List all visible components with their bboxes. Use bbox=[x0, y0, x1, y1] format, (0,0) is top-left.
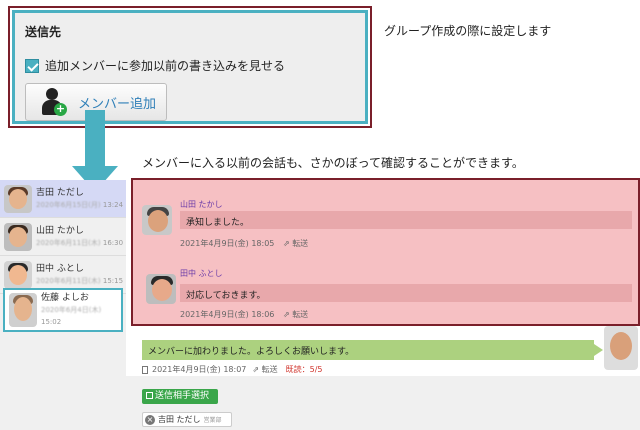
contact-name: 山田 たかし bbox=[36, 225, 84, 236]
remove-icon[interactable]: × bbox=[145, 414, 155, 425]
forward-button[interactable]: ⇗ 転送 bbox=[252, 364, 277, 375]
contact-time: 15:15 bbox=[102, 276, 124, 285]
add-member-label: メンバー追加 bbox=[78, 96, 157, 112]
avatar bbox=[4, 184, 32, 213]
avatar bbox=[4, 222, 32, 251]
show-history-label: 追加メンバーに参加以前の書き込みを見せる bbox=[45, 59, 286, 73]
own-avatar bbox=[604, 326, 638, 370]
conversation-item-added[interactable]: 佐藤 よしお 2020年6月4日(木) 15:02 bbox=[3, 288, 123, 332]
contact-name: 吉田 ただし bbox=[36, 187, 84, 198]
contact-time: 16:30 bbox=[102, 238, 124, 247]
message-sender: 山田 たかし bbox=[180, 200, 223, 209]
contact-date: 2020年6月15日(月) bbox=[36, 200, 101, 209]
own-message-timestamp: 2021年4月9日(金) 18:07 bbox=[152, 365, 247, 374]
avatar bbox=[146, 274, 176, 304]
bubble-tail bbox=[594, 344, 603, 356]
down-arrow-icon bbox=[85, 110, 105, 168]
contact-time: 15:02 bbox=[41, 318, 62, 326]
message-sender: 田中 ふとし bbox=[180, 269, 223, 278]
recipient-department: 営業部 bbox=[203, 417, 222, 424]
contact-name: 佐藤 よしお bbox=[41, 293, 89, 303]
conversation-list: 吉田 ただし 2020年6月15日(月) 13:24 山田 たかし 2020年6… bbox=[0, 180, 126, 430]
avatar bbox=[4, 260, 32, 289]
select-recipient-button[interactable]: 送信相手選択 bbox=[142, 389, 218, 404]
recipient-dialog-inner: 送信先 追加メンバーに参加以前の書き込みを見せる + メンバー追加 bbox=[12, 10, 368, 124]
avatar bbox=[142, 205, 172, 235]
message-bubble: 対応しておきます。 bbox=[180, 284, 632, 302]
contact-date: 2020年6月11日(木) bbox=[36, 238, 101, 247]
middle-caption: メンバーに入る以前の会話も、さかのぼって確認することができます。 bbox=[142, 156, 524, 170]
conversation-item[interactable]: 吉田 ただし 2020年6月15日(月) 13:24 bbox=[0, 180, 126, 218]
dialog-title: 送信先 bbox=[25, 25, 62, 39]
recipient-name: 吉田 ただし bbox=[158, 415, 201, 424]
forward-button[interactable]: ⇗ 転送 bbox=[283, 238, 308, 249]
message-timestamp: 2021年4月9日(金) 18:05 bbox=[180, 239, 275, 248]
own-message-bubble: メンバーに加わりました。よろしくお願いします。 bbox=[142, 340, 594, 360]
message-meta: 2021年4月9日(金) 18:05 ⇗ 転送 bbox=[180, 238, 308, 249]
recipient-dialog: 送信先 追加メンバーに参加以前の書き込みを見せる + メンバー追加 bbox=[8, 6, 372, 128]
contact-name: 田中 ふとし bbox=[36, 263, 84, 274]
show-history-option[interactable]: 追加メンバーに参加以前の書き込みを見せる bbox=[25, 57, 285, 74]
select-icon bbox=[146, 392, 153, 399]
read-count: 既読：5/5 bbox=[285, 365, 323, 374]
forward-button[interactable]: ⇗ 転送 bbox=[283, 309, 308, 320]
recipient-chip[interactable]: × 吉田 ただし 営業部 bbox=[142, 412, 232, 427]
add-person-icon: + bbox=[40, 87, 67, 117]
contact-date: 2020年6月4日(木) bbox=[41, 306, 102, 314]
message-meta: 2021年4月9日(金) 18:06 ⇗ 転送 bbox=[180, 309, 308, 320]
contact-date: 2020年6月11日(木) bbox=[36, 276, 101, 285]
contact-time: 13:24 bbox=[102, 200, 124, 209]
message-timestamp: 2021年4月9日(金) 18:06 bbox=[180, 310, 275, 319]
message-bubble: 承知しました。 bbox=[180, 211, 632, 229]
show-history-checkbox[interactable] bbox=[25, 58, 39, 73]
own-message-meta: 2021年4月9日(金) 18:07 ⇗ 転送 既読：5/5 bbox=[142, 364, 323, 375]
avatar bbox=[9, 293, 37, 327]
memo-icon bbox=[142, 365, 148, 374]
top-caption: グループ作成の際に設定します bbox=[384, 24, 552, 38]
conversation-item[interactable]: 山田 たかし 2020年6月11日(木) 16:30 bbox=[0, 218, 126, 285]
